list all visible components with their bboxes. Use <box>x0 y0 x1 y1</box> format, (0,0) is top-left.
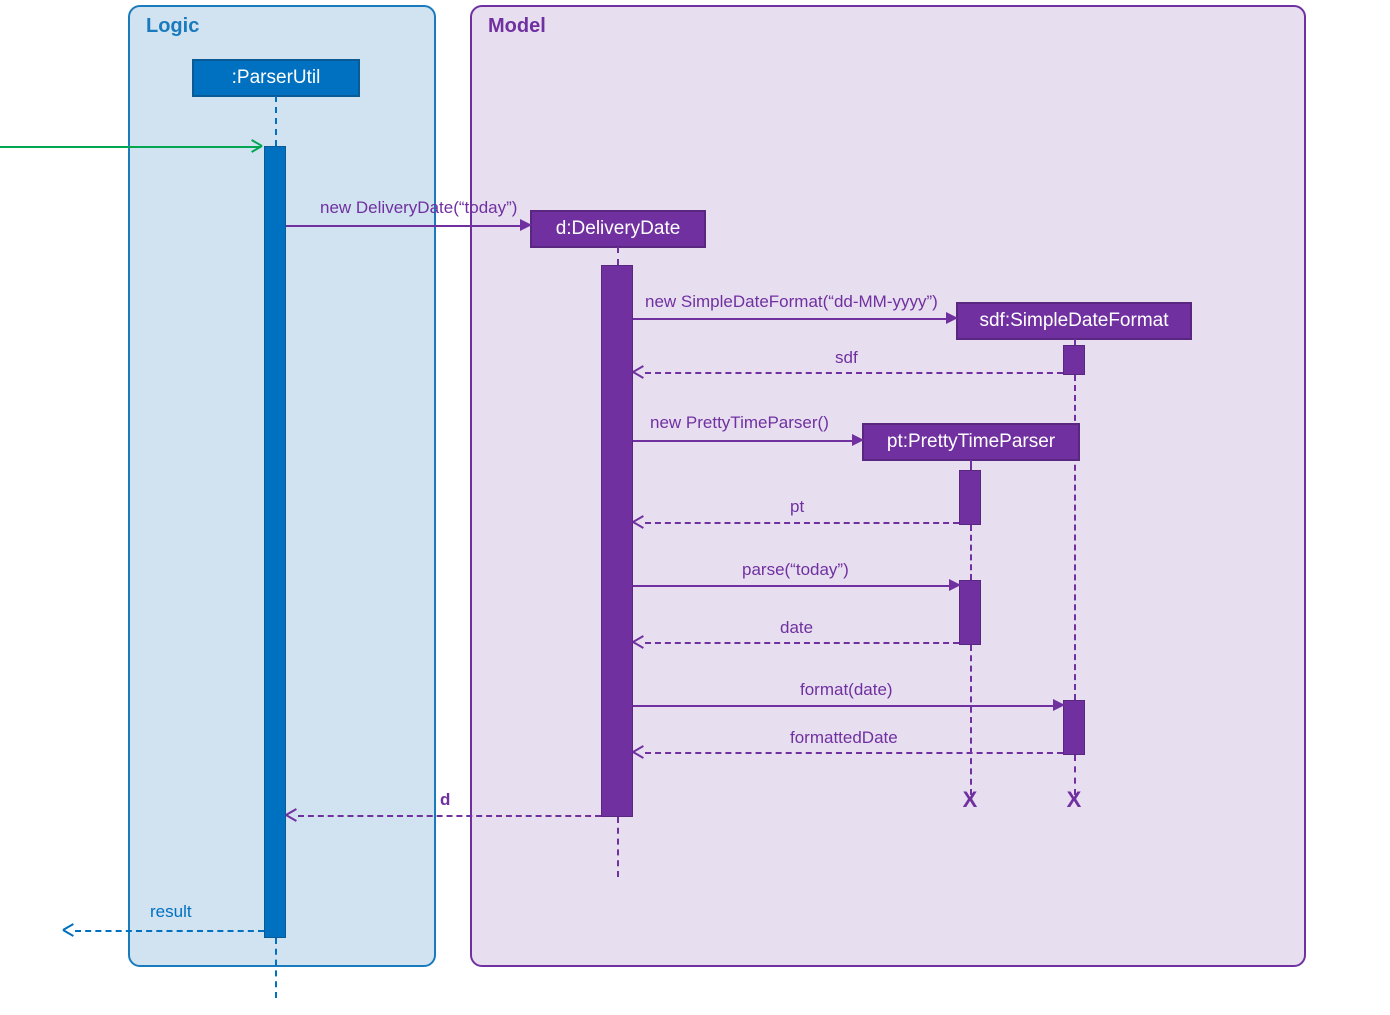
arrowhead-new-pt <box>852 434 864 446</box>
destroy-pt: X <box>963 787 978 813</box>
lifeline-deliverydate-bottom <box>617 817 619 877</box>
label-return-date: date <box>780 618 813 638</box>
arrow-new-sdf <box>633 318 950 320</box>
activation-sdf-1 <box>1063 345 1085 375</box>
label-format: format(date) <box>800 680 893 700</box>
arrowhead-return-date <box>633 636 645 648</box>
arrowhead-parse <box>949 579 961 591</box>
activation-pt-1 <box>959 470 981 525</box>
lifeline-pt-bottom <box>970 645 972 795</box>
label-return-result: result <box>150 902 192 922</box>
label-return-d: d <box>440 790 450 810</box>
arrowhead-return-result <box>63 924 75 936</box>
frame-label-logic: Logic <box>146 15 199 38</box>
sequence-diagram: Logic Model :ParserUtil d:DeliveryDate s… <box>0 0 1390 1015</box>
participant-parserutil: :ParserUtil <box>192 59 360 97</box>
arrow-new-deliverydate <box>286 225 524 227</box>
label-return-formatted: formattedDate <box>790 728 898 748</box>
label-new-deliverydate: new DeliveryDate(“today”) <box>320 198 517 218</box>
arrow-new-pt <box>633 440 856 442</box>
label-new-sdf: new SimpleDateFormat(“dd-MM-yyyy”) <box>645 292 938 312</box>
arrow-return-d <box>298 815 601 817</box>
lifeline-pt-top <box>970 460 972 470</box>
arrow-return-pt <box>645 522 959 524</box>
arrowhead-return-d <box>286 809 298 821</box>
label-return-sdf: sdf <box>835 348 858 368</box>
participant-pt: pt:PrettyTimeParser <box>862 423 1080 461</box>
activation-pt-2 <box>959 580 981 645</box>
label-new-pt: new PrettyTimeParser() <box>650 413 829 433</box>
arrow-external-in <box>0 146 260 148</box>
frame-model: Model <box>470 5 1306 967</box>
lifeline-deliverydate-top <box>617 247 619 265</box>
lifeline-parserutil-top <box>275 96 277 146</box>
arrowhead-return-pt <box>633 516 645 528</box>
arrowhead-new-sdf <box>946 312 958 324</box>
participant-deliverydate: d:DeliveryDate <box>530 210 706 248</box>
label-return-pt: pt <box>790 497 804 517</box>
participant-sdf: sdf:SimpleDateFormat <box>956 302 1192 340</box>
arrow-return-formatted <box>645 752 1063 754</box>
label-parse: parse(“today”) <box>742 560 849 580</box>
arrow-return-result <box>75 930 264 932</box>
activation-sdf-2 <box>1063 700 1085 755</box>
frame-label-model: Model <box>488 15 546 38</box>
arrow-return-sdf <box>645 372 1063 374</box>
arrowhead-return-sdf <box>633 366 645 378</box>
arrowhead-new-deliverydate <box>520 219 532 231</box>
activation-deliverydate <box>601 265 633 817</box>
destroy-sdf: X <box>1067 787 1082 813</box>
arrowhead-format <box>1053 699 1065 711</box>
lifeline-parserutil-bottom <box>275 938 277 998</box>
activation-parserutil <box>264 146 286 938</box>
lifeline-pt-mid1 <box>970 525 972 580</box>
arrow-parse <box>633 585 953 587</box>
arrow-format <box>633 705 1057 707</box>
arrowhead-return-formatted <box>633 746 645 758</box>
arrowhead-external-in <box>250 140 262 152</box>
arrow-return-date <box>645 642 959 644</box>
